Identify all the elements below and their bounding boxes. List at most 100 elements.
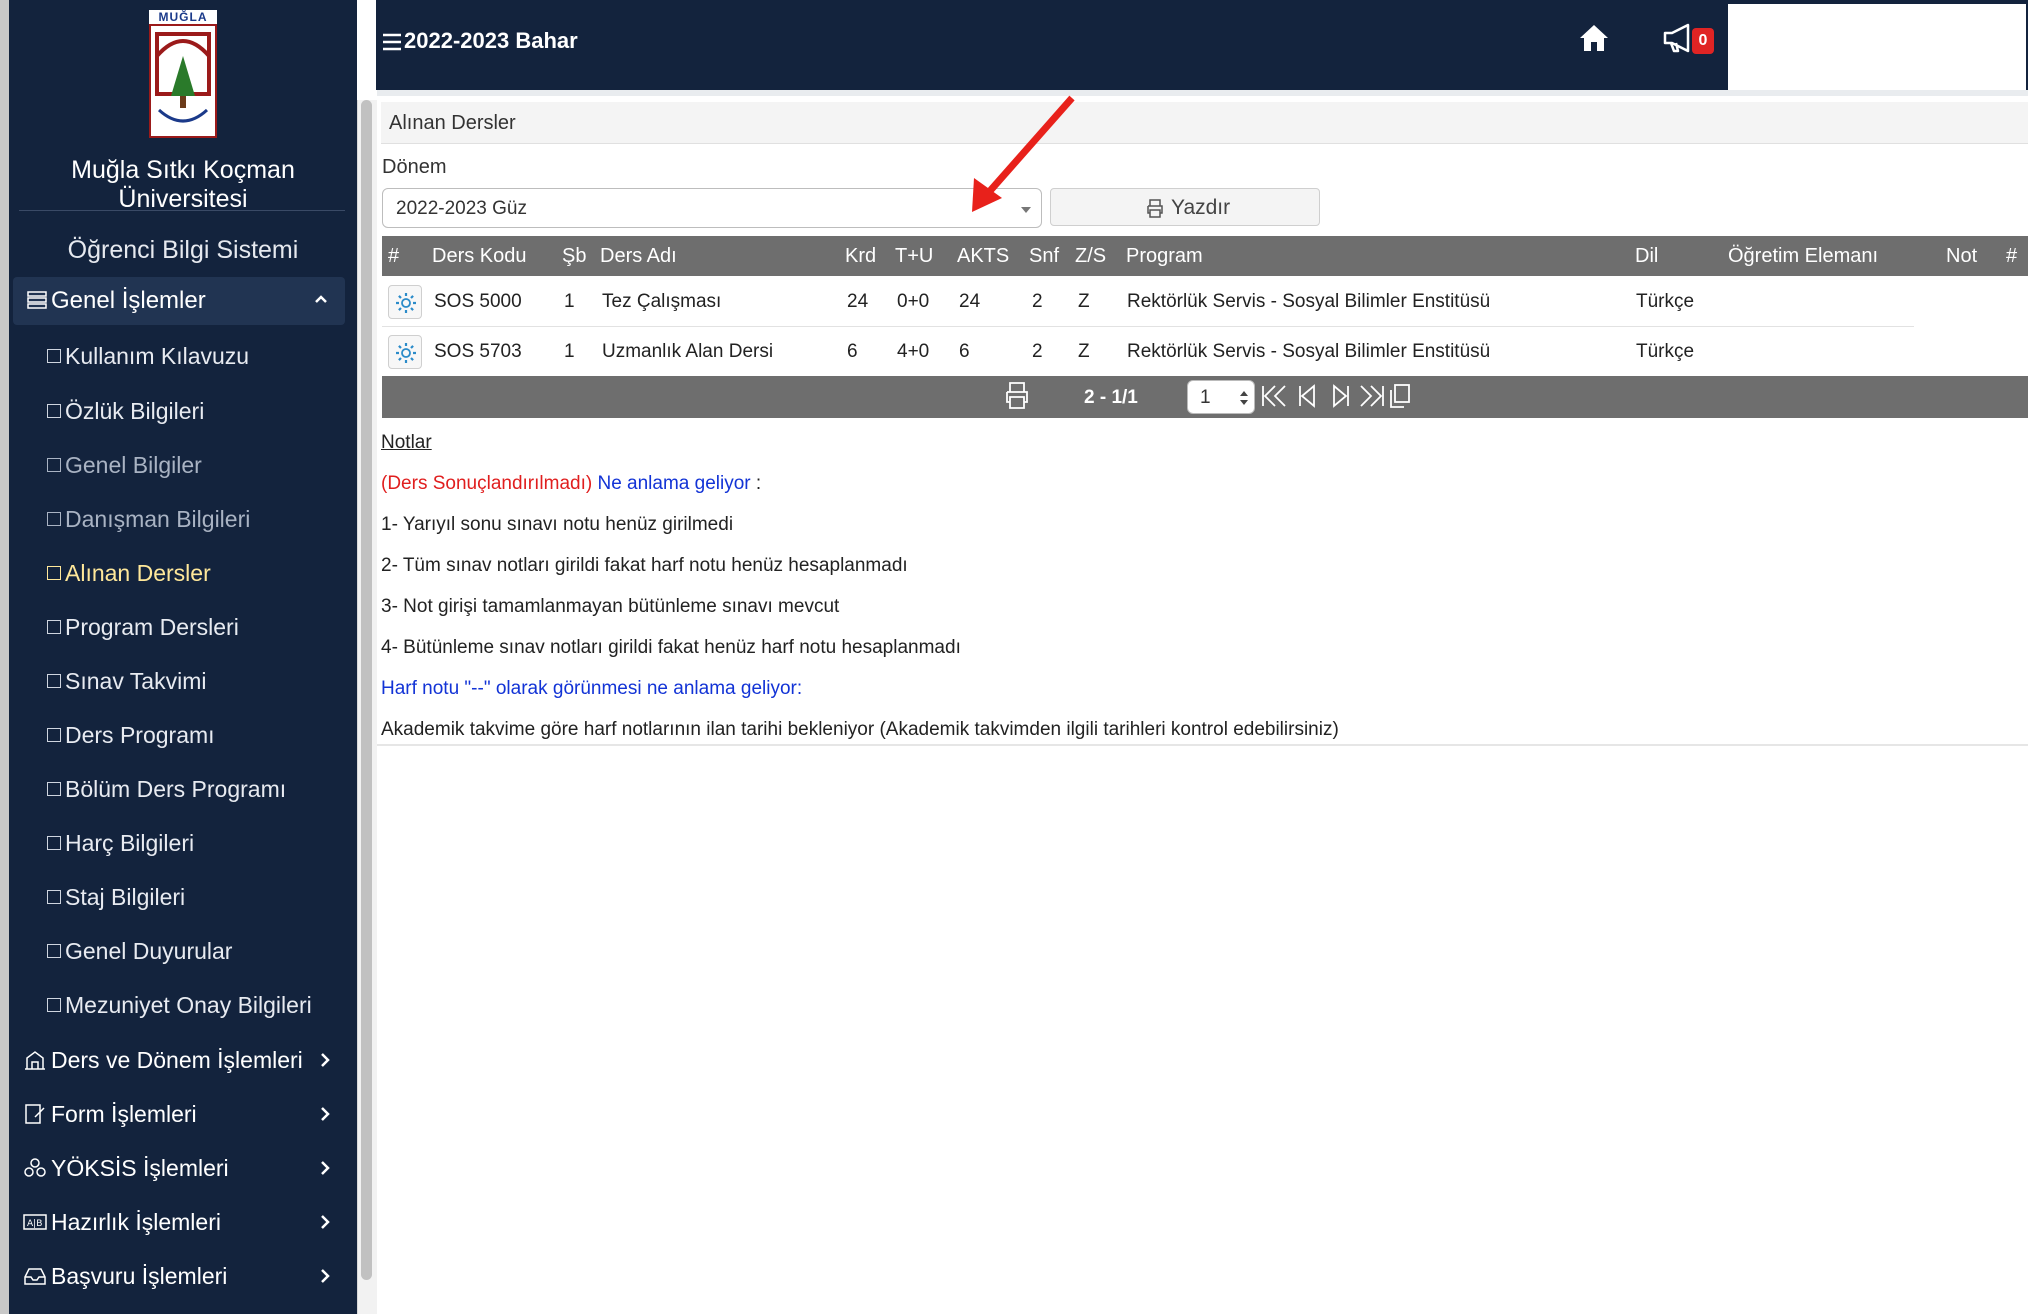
sidebar-item-bolum-ders-programi[interactable]: Bölüm Ders Programı xyxy=(47,769,286,809)
col-header: # xyxy=(388,245,400,267)
cell-akts: 6 xyxy=(959,341,970,362)
square-icon xyxy=(47,349,61,363)
cell-krd: 24 xyxy=(847,291,869,312)
sidebar-item-label: Başvuru İşlemleri xyxy=(51,1262,228,1289)
sidebar-item-mezuniyet-onay[interactable]: Mezuniyet Onay Bilgileri xyxy=(47,985,312,1025)
square-icon xyxy=(47,890,61,904)
sidebar-item-hazirlik-islemleri[interactable]: A|B Hazırlık İşlemleri xyxy=(23,1202,345,1242)
next-page-icon[interactable] xyxy=(1326,383,1354,409)
col-header[interactable]: Program xyxy=(1126,245,1203,268)
sidebar-item-genel-bilgiler[interactable]: Genel Bilgiler xyxy=(47,445,202,485)
term-title: 2022-2023 Bahar xyxy=(404,28,578,53)
square-icon xyxy=(47,404,61,418)
last-page-icon[interactable] xyxy=(1358,383,1386,409)
sidebar-item-ders-programi[interactable]: Ders Programı xyxy=(47,715,215,755)
sidebar-item-form-islemleri[interactable]: Form İşlemleri xyxy=(23,1094,345,1134)
sidebar-item-genel-duyurular[interactable]: Genel Duyurular xyxy=(47,931,232,971)
print-button-label: Yazdır xyxy=(1171,196,1231,219)
ab-icon: A|B xyxy=(23,1214,47,1230)
hamburger-icon[interactable] xyxy=(382,32,402,52)
sidebar-item-staj-bilgileri[interactable]: Staj Bilgileri xyxy=(47,877,185,917)
row-settings-button[interactable] xyxy=(388,335,422,369)
sidebar-item-danisman-bilgileri[interactable]: Danışman Bilgileri xyxy=(47,499,250,539)
cell-ders-adi: Tez Çalışması xyxy=(602,291,722,312)
sidebar-item-sinav-takvimi[interactable]: Sınav Takvimi xyxy=(47,661,206,701)
cell-program: Rektörlük Servis - Sosyal Bilimler Ensti… xyxy=(1127,291,1491,312)
cell-zs: Z xyxy=(1078,341,1090,362)
content-top-border xyxy=(377,90,2028,96)
notes-harf-answer: Akademik takvime göre harf notlarının il… xyxy=(381,719,1339,740)
gear-icon xyxy=(396,293,416,313)
menu-group-genel-islemler[interactable]: Genel İşlemler xyxy=(13,277,345,325)
cell-tu: 4+0 xyxy=(897,341,930,362)
building-icon xyxy=(25,1051,45,1070)
page-number-input[interactable]: 1 xyxy=(1187,380,1255,414)
user-panel[interactable] xyxy=(1726,2,2028,100)
cell-sb: 1 xyxy=(564,291,575,312)
sidebar-item-label: YÖKSİS İşlemleri xyxy=(51,1154,229,1181)
col-header[interactable]: Öğretim Elemanı xyxy=(1728,245,1878,268)
first-page-icon[interactable] xyxy=(1260,383,1288,409)
cell-zs: Z xyxy=(1078,291,1090,312)
logo-emblem xyxy=(149,24,217,138)
col-header[interactable]: Ders Adı xyxy=(600,245,677,268)
notes-divider xyxy=(377,744,2028,746)
sidebar-scroll-thumb[interactable] xyxy=(361,100,372,1280)
cell-ders-kodu: SOS 5000 xyxy=(434,291,522,312)
sidebar-item-alinan-dersler[interactable]: Alınan Dersler xyxy=(47,553,211,593)
cluster-icon xyxy=(24,1158,46,1177)
sidebar-item-ders-donem[interactable]: Ders ve Dönem İşlemleri xyxy=(23,1040,345,1080)
col-header[interactable]: Dil xyxy=(1635,245,1658,268)
sidebar-item-label: Mezuniyet Onay Bilgileri xyxy=(65,991,312,1018)
notification-badge: 0 xyxy=(1692,28,1714,54)
cell-snf: 2 xyxy=(1032,341,1043,362)
col-header[interactable]: Not xyxy=(1946,245,1977,268)
cell-ders-adi: Uzmanlık Alan Dersi xyxy=(602,341,774,362)
square-icon xyxy=(47,782,61,796)
page-title: Alınan Dersler xyxy=(389,112,516,134)
sidebar-item-harc-bilgileri[interactable]: Harç Bilgileri xyxy=(47,823,194,863)
home-icon[interactable] xyxy=(1578,22,1610,54)
sidebar-item-basvuru-islemleri[interactable]: Başvuru İşlemleri xyxy=(23,1256,345,1296)
col-header[interactable]: Ders Kodu xyxy=(432,245,527,268)
col-header: # xyxy=(2006,245,2018,267)
sidebar-item-yoksis-islemleri[interactable]: YÖKSİS İşlemleri xyxy=(23,1148,345,1188)
sidebar-divider xyxy=(19,210,345,211)
megaphone-icon[interactable] xyxy=(1662,22,1696,54)
donem-label: Dönem xyxy=(382,156,447,178)
sidebar-item-label: Form İşlemleri xyxy=(51,1100,197,1127)
col-header[interactable]: Snf xyxy=(1029,245,1059,268)
notes-title: Notlar xyxy=(381,432,432,453)
sidebar-item-ozluk-bilgileri[interactable]: Özlük Bilgileri xyxy=(47,391,204,431)
col-header[interactable]: Z/S xyxy=(1075,245,1106,268)
window-edge xyxy=(0,0,9,1314)
donem-select-value: 2022-2023 Güz xyxy=(396,198,527,219)
sidebar-item-kullanim-kilavuzu[interactable]: Kullanım Kılavuzu xyxy=(47,336,249,376)
notes-legend: (Ders Sonuçlandırılmadı) Ne anlama geliy… xyxy=(381,473,761,495)
sidebar-item-label: Ders Programı xyxy=(65,721,215,748)
print-button[interactable]: Yazdır xyxy=(1050,188,1320,226)
square-icon xyxy=(47,836,61,850)
sidebar-item-label: Hazırlık İşlemleri xyxy=(51,1208,221,1235)
cell-dil: Türkçe xyxy=(1636,291,1695,312)
col-header[interactable]: Şb xyxy=(562,245,586,268)
sidebar-item-label: Kullanım Kılavuzu xyxy=(65,342,250,369)
prev-page-icon[interactable] xyxy=(1294,383,1322,409)
col-header[interactable]: T+U xyxy=(895,245,933,268)
sidebar-item-label: Harç Bilgileri xyxy=(65,829,195,856)
printer-icon[interactable] xyxy=(1002,380,1032,410)
row-settings-button[interactable] xyxy=(388,285,422,319)
cell-dil: Türkçe xyxy=(1636,341,1695,362)
copy-icon[interactable] xyxy=(1386,383,1414,409)
university-logo: MUĞLA xyxy=(149,10,217,138)
col-header[interactable]: Krd xyxy=(845,245,876,268)
chevron-right-icon xyxy=(321,1161,330,1175)
donem-select[interactable]: 2022-2023 Güz xyxy=(382,188,1042,228)
sidebar-item-label: Staj Bilgileri xyxy=(65,883,186,910)
notes-item: 3- Not girişi tamamlanmayan bütünleme sı… xyxy=(381,596,840,617)
col-header[interactable]: AKTS xyxy=(957,245,1009,268)
spinner-icon[interactable] xyxy=(1240,389,1248,407)
pager-count: 2 - 1/1 xyxy=(1084,387,1138,408)
table-row: SOS 5000 1 Tez Çalışması 24 0+0 24 2 Z R… xyxy=(382,277,2028,327)
sidebar-item-program-dersleri[interactable]: Program Dersleri xyxy=(47,607,239,647)
